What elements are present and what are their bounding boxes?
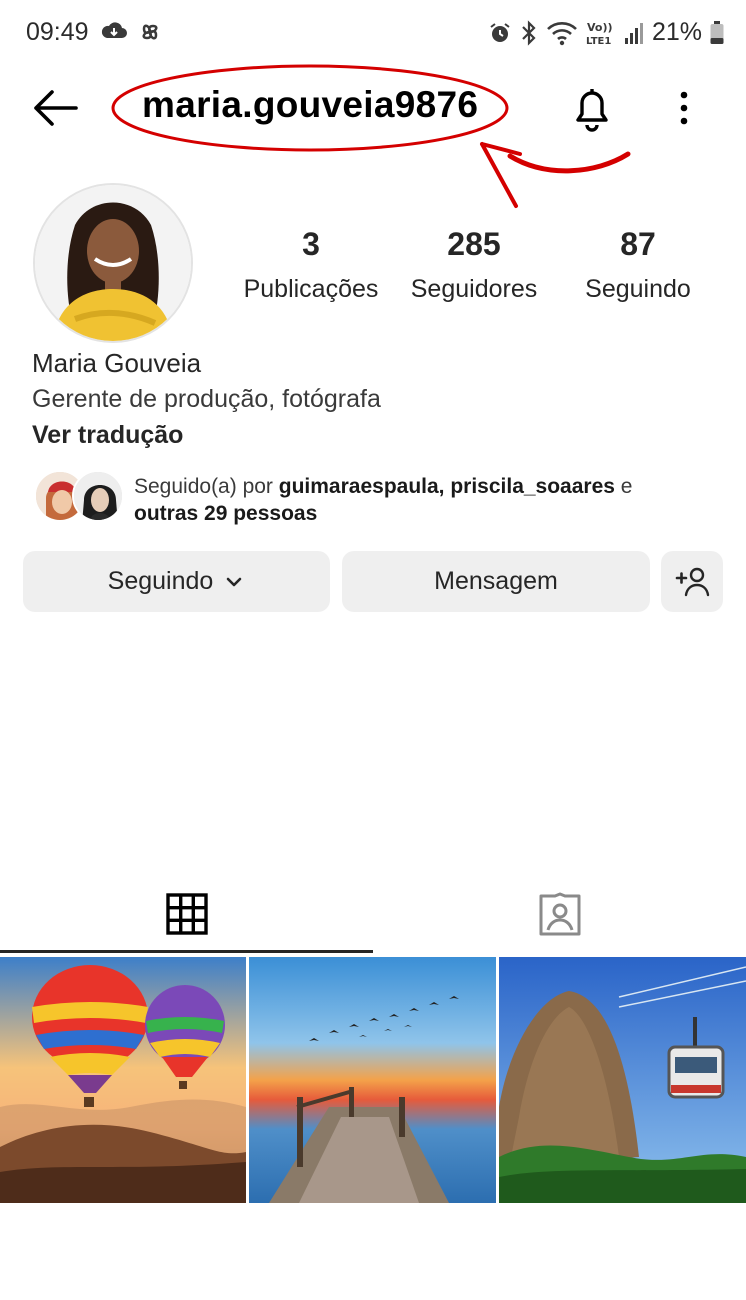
avatar-photo (35, 185, 191, 341)
followed-by-conjunction: e (614, 475, 633, 498)
following-button[interactable]: Seguindo (23, 551, 330, 612)
kebab-menu-icon (680, 91, 688, 125)
more-options-button[interactable] (670, 86, 698, 132)
tagged-person-icon (539, 892, 580, 936)
followers-label: Seguidores (410, 275, 538, 303)
bell-icon (576, 89, 608, 132)
battery-percent: 21% (651, 18, 702, 46)
followers-count: 285 (447, 226, 501, 262)
add-person-icon (675, 567, 710, 596)
stat-following[interactable]: 87 Seguindo (578, 226, 698, 304)
following-button-label: Seguindo (107, 567, 214, 595)
followed-by-others: outras 29 pessoas (134, 502, 318, 525)
post-image-balloons (0, 957, 246, 1203)
post-thumbnail[interactable] (499, 957, 746, 1203)
arrow-left-icon (34, 90, 78, 126)
followed-by-text[interactable]: Seguido(a) por guimaraespaula, priscila_… (134, 473, 724, 527)
profile-bio: Gerente de produção, fotógrafa (32, 385, 381, 413)
notifications-button[interactable] (568, 82, 616, 134)
followed-by-prefix: Seguido(a) por (134, 475, 279, 498)
posts-count: 3 (302, 226, 320, 262)
suggest-people-button[interactable] (661, 551, 723, 612)
grid-icon (165, 893, 208, 935)
following-label: Seguindo (585, 275, 691, 303)
posts-grid (0, 957, 746, 1203)
pinwheel-icon (142, 24, 158, 40)
back-button[interactable] (30, 86, 80, 130)
battery-icon (710, 20, 724, 44)
status-right-icons: Vo)) LTE1 21% (488, 18, 724, 47)
chevron-down-icon (227, 577, 242, 586)
volte-icon: Vo)) LTE1 (586, 21, 613, 46)
status-left-icons (100, 18, 164, 46)
follower-avatar (72, 470, 124, 522)
svg-text:Vo)): Vo)) (587, 21, 613, 34)
post-image-pier (249, 957, 496, 1203)
signal-icon (624, 22, 643, 44)
profile-header: maria.gouveia9876 (0, 70, 746, 150)
profile-avatar[interactable] (33, 183, 193, 343)
followed-by-names: guimaraespaula, priscila_soaares (278, 475, 615, 498)
svg-text:LTE1: LTE1 (586, 36, 611, 46)
stat-posts[interactable]: 3 Publicações (236, 226, 386, 304)
alarm-icon (490, 22, 510, 42)
status-time: 09:49 (26, 18, 89, 46)
profile-tabs (0, 876, 746, 956)
wifi-icon (547, 21, 577, 45)
following-count: 87 (620, 226, 656, 262)
active-tab-indicator (0, 950, 373, 953)
bluetooth-icon (522, 19, 536, 46)
post-image-sugarloaf (499, 957, 746, 1203)
status-bar: 09:49 Vo)) LTE1 21% (0, 0, 746, 66)
message-button-label: Mensagem (434, 567, 558, 595)
tab-tagged[interactable] (373, 876, 746, 952)
cloud-icon (101, 22, 127, 38)
post-thumbnail[interactable] (0, 957, 246, 1203)
message-button[interactable]: Mensagem (342, 551, 650, 612)
followed-by-avatars[interactable] (34, 470, 124, 526)
post-thumbnail[interactable] (249, 957, 496, 1203)
tab-posts-grid[interactable] (0, 876, 373, 952)
see-translation-link[interactable]: Ver tradução (32, 421, 183, 450)
stat-followers[interactable]: 285 Seguidores (404, 226, 544, 304)
annotation-arrow (480, 142, 631, 208)
display-name: Maria Gouveia (32, 348, 202, 378)
profile-username: maria.gouveia9876 (142, 84, 479, 125)
posts-label: Publicações (243, 275, 379, 303)
